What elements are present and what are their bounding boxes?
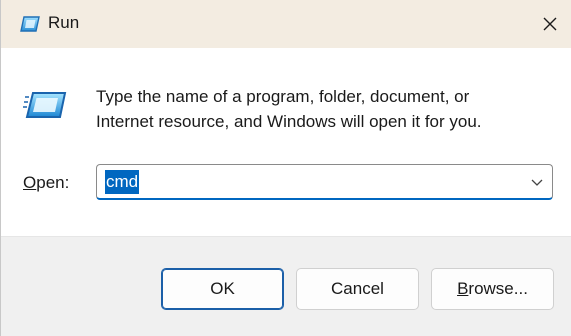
title-bar[interactable]: Run: [1, 0, 571, 48]
ok-button[interactable]: OK: [161, 268, 284, 310]
dropdown-arrow-button[interactable]: [530, 175, 544, 189]
browse-label-text: rowse...: [468, 279, 528, 298]
description-line-2: Internet resource, and Windows will open…: [96, 112, 482, 131]
ok-button-label: OK: [210, 279, 235, 298]
run-large-icon: [23, 90, 69, 120]
description-line-1: Type the name of a program, folder, docu…: [96, 87, 470, 106]
browse-button[interactable]: Browse...: [431, 268, 554, 310]
browse-mnemonic: B: [457, 279, 469, 298]
open-label-mnemonic: O: [23, 173, 37, 192]
dialog-description: Type the name of a program, folder, docu…: [96, 84, 556, 134]
open-input-value[interactable]: cmd: [105, 170, 140, 194]
chevron-down-icon: [531, 179, 543, 186]
window-title: Run: [48, 13, 80, 32]
close-button[interactable]: [536, 10, 564, 38]
cancel-button[interactable]: Cancel: [296, 268, 419, 310]
close-icon: [543, 17, 557, 31]
run-dialog: Run Type the name of a program, folder, …: [0, 0, 571, 336]
open-combobox[interactable]: cmd: [96, 164, 553, 200]
run-icon: [19, 14, 41, 34]
open-label: Open:: [23, 173, 69, 193]
button-bar: OK Cancel Browse...: [1, 236, 571, 336]
open-label-text: pen:: [36, 173, 70, 192]
cancel-button-label: Cancel: [331, 279, 384, 298]
browse-button-label: Browse...: [457, 279, 528, 299]
